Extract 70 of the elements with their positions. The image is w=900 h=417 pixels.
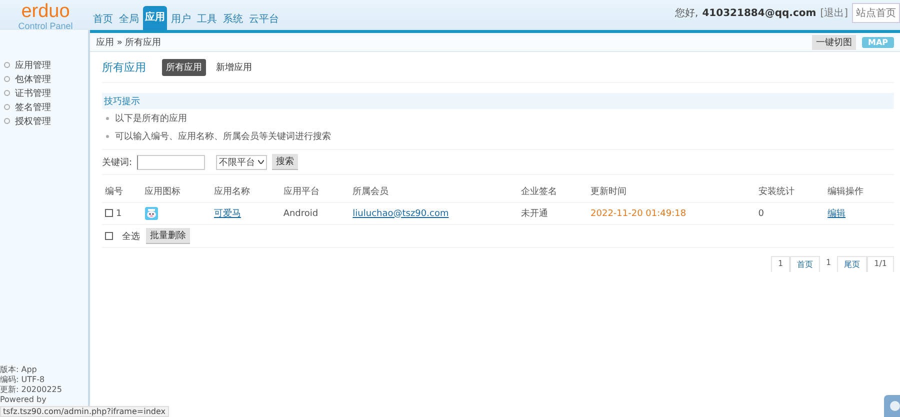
page-label: 1 [770, 256, 790, 272]
row-checkbox[interactable] [105, 209, 113, 218]
sidebar-item[interactable]: 证书管理 [0, 86, 88, 100]
column-header: 所属会员 [350, 181, 518, 202]
info-line: 更新: 20200225 [0, 385, 63, 395]
app-name-link[interactable]: 可爱马 [214, 209, 241, 219]
nav-tab[interactable]: 全局 [117, 10, 141, 30]
nav-tab[interactable]: 系统 [221, 10, 245, 30]
tip-text: 可以输入编号、应用名称、所属会员等关键词进行搜索 [115, 130, 331, 142]
page-label: 1/1 [867, 256, 894, 272]
nav-tab[interactable]: 应用 [143, 6, 167, 30]
keyword-field[interactable] [137, 154, 206, 170]
member-link[interactable]: liuluchao@tsz90.com [352, 208, 449, 218]
table-cell: 0 [755, 202, 825, 224]
column-header: 企业签名 [518, 181, 588, 202]
keyword-label: 关键词: [102, 156, 132, 168]
breadcrumb: 应用 » 所有应用 [96, 36, 162, 48]
column-header: 应用图标 [142, 181, 211, 202]
info-line: 编码: UTF-8 [0, 375, 46, 385]
app-icon [144, 207, 158, 220]
site-home-link[interactable]: 站点首页 [852, 3, 900, 23]
info-line: Powered by [0, 395, 48, 405]
greeting: 您好, [675, 7, 698, 20]
edit-link[interactable]: 编辑 [828, 209, 846, 219]
column-header: 编辑操作 [824, 181, 894, 202]
user-email: 410321884@qq.com [702, 8, 816, 18]
info-line: 版本: App [0, 365, 38, 375]
caret-icon [258, 160, 264, 164]
column-header: 更新时间 [588, 181, 756, 202]
status-url: tsfz.tsz90.com/admin.php?iframe=index [0, 406, 168, 417]
sidebar-item[interactable]: 授权管理 [0, 114, 88, 128]
page-link[interactable]: 首页 [790, 256, 820, 272]
bullet-icon [4, 90, 10, 96]
select-all-label: 全选 [122, 230, 140, 242]
cut-button[interactable]: 一键切图 [812, 34, 856, 50]
page-label: 1 [825, 257, 832, 269]
column-header: 应用平台 [280, 181, 350, 202]
bullet-icon [4, 62, 10, 68]
table-cell: Android [280, 202, 350, 224]
column-header: 安装统计 [755, 181, 825, 202]
column-header: 应用名称 [210, 181, 280, 202]
search-button[interactable]: 搜索 [272, 154, 298, 170]
nav-tab[interactable]: 用户 [169, 10, 193, 30]
bullet-icon [4, 118, 10, 124]
page-link[interactable]: 尾页 [837, 256, 868, 272]
tab[interactable]: 新增应用 [212, 58, 256, 76]
sidebar-item[interactable]: 应用管理 [0, 58, 88, 72]
bullet-icon [106, 116, 109, 120]
logout-link[interactable]: [退出] [820, 6, 848, 20]
sidebar-item[interactable]: 包体管理 [0, 72, 88, 86]
platform-select[interactable]: 不限平台 [216, 154, 268, 170]
table-cell: 1 [116, 208, 122, 218]
select-all-checkbox[interactable] [105, 232, 113, 240]
bulk-delete-button[interactable]: 批量删除 [146, 228, 190, 244]
nav-tab[interactable]: 云平台 [247, 10, 281, 30]
page-title: 所有应用 [102, 60, 146, 74]
logo-text: erduo [21, 3, 70, 20]
bullet-icon [4, 104, 10, 110]
logo-subtitle: Control Panel [18, 20, 73, 32]
nav-tab[interactable]: 工具 [195, 10, 219, 30]
table-cell: 2022-11-20 01:49:18 [588, 202, 756, 224]
tab[interactable]: 所有应用 [162, 58, 206, 76]
nav-tab[interactable]: 首页 [91, 10, 115, 30]
tips-title: 技巧提示 [102, 93, 894, 109]
table-cell: 未开通 [518, 202, 588, 224]
sidebar-item[interactable]: 签名管理 [0, 100, 88, 114]
column-header: 编号 [102, 181, 142, 202]
bullet-icon [106, 134, 109, 138]
tip-text: 以下是所有的应用 [115, 112, 187, 124]
bullet-icon [4, 76, 10, 82]
